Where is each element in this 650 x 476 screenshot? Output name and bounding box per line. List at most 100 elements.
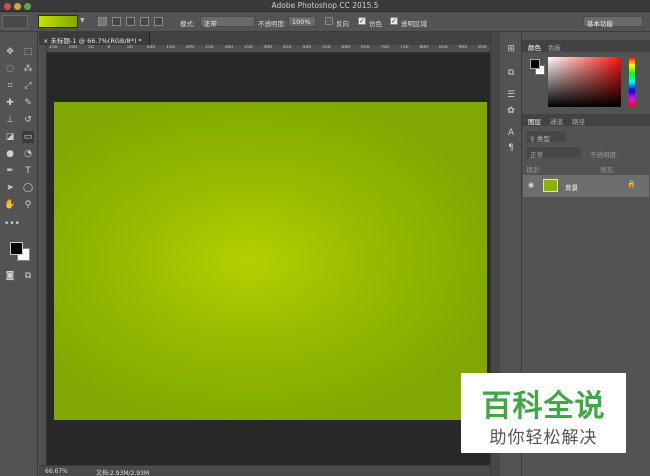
foreground-color-swatch[interactable]	[10, 242, 23, 255]
paragraph-panel-icon[interactable]: ¶	[505, 143, 517, 155]
ruler-tick-label: 950	[478, 45, 487, 50]
shape-icon[interactable]: ◯	[22, 182, 34, 194]
toolbox: ✥ ⬚ ◌ ⁂ ⌗ ⤢ ✚ ✎ ⊥ ↺ ◪ ▭ ● ◔ ✒ T ➤ ◯ ✋ ⚲ …	[0, 32, 38, 476]
gradient-icon[interactable]: ▭	[22, 131, 34, 143]
type-icon[interactable]: T	[22, 165, 34, 177]
adjustments-panel-icon[interactable]: ☰	[505, 90, 517, 102]
vertical-ruler[interactable]	[39, 45, 47, 465]
diamond-gradient-button[interactable]	[154, 17, 163, 26]
document-info[interactable]: 文档:2.93M/2.93M	[96, 468, 149, 476]
mode-label: 模式:	[180, 20, 196, 28]
options-bar: ▼ 模式: 正常 不透明度: 100% 反向 ✓ 仿色 ✓ 透明区域 基本功能	[0, 12, 650, 32]
dodge-icon[interactable]: ◔	[22, 148, 34, 160]
zoom-level[interactable]: 66.67%	[45, 468, 68, 475]
opacity-input[interactable]: 100%	[288, 16, 316, 27]
window-title: Adobe Photoshop CC 2015.5	[271, 1, 379, 10]
ruler-tick-label: 250	[205, 45, 214, 50]
path-select-icon[interactable]: ➤	[4, 182, 16, 194]
layer-filter-select[interactable]: ⚲ 类型	[526, 131, 566, 143]
brush-icon[interactable]: ✎	[22, 97, 34, 109]
document-canvas[interactable]	[54, 102, 487, 420]
workspace-select[interactable]: 基本功能	[583, 16, 643, 28]
eraser-icon[interactable]: ◪	[4, 131, 16, 143]
tab-layers[interactable]: 图层	[528, 116, 541, 126]
tab-color[interactable]: 颜色	[528, 42, 541, 52]
ruler-tick-label: 450	[283, 45, 292, 50]
hue-slider[interactable]	[629, 57, 635, 107]
layer-row[interactable]: ◉ 背景 🔒	[523, 175, 649, 197]
color-panel-foreground[interactable]	[530, 59, 540, 69]
ruler-tick-label: 0	[107, 45, 111, 50]
magic-wand-icon[interactable]: ⁂	[22, 63, 34, 75]
document-tab-label: 未标题-1 @ 66.7%(RGB/8*) *	[50, 37, 142, 45]
radial-gradient-button[interactable]	[112, 17, 121, 26]
opacity-label: 不透明度:	[258, 20, 287, 28]
eye-icon[interactable]: ◉	[528, 181, 534, 189]
tab-paths[interactable]: 路径	[572, 116, 585, 126]
linear-gradient-button[interactable]	[98, 17, 107, 26]
reflected-gradient-button[interactable]	[140, 17, 149, 26]
layer-name[interactable]: 背景	[565, 182, 578, 192]
lock-icon: 🔒	[627, 180, 636, 188]
transparency-label: 透明区域	[401, 20, 427, 28]
more-icon[interactable]: •••	[4, 218, 20, 230]
reverse-label: 反向	[336, 20, 349, 28]
lasso-icon[interactable]: ◌	[4, 63, 16, 75]
ruler-tick-label: 150	[166, 45, 175, 50]
layer-blend-mode[interactable]: 正常	[526, 147, 581, 159]
fill-label: 填充:	[600, 166, 616, 174]
screen-mode-icon[interactable]: ⧉	[22, 270, 34, 282]
tool-preset-picker[interactable]	[2, 15, 28, 29]
tab-channels[interactable]: 通道	[550, 116, 563, 126]
layer-thumbnail	[543, 179, 558, 192]
ruler-tick-label: 50	[127, 45, 133, 50]
lock-label: 锁定:	[526, 166, 542, 174]
ruler-tick-label: 800	[419, 45, 429, 50]
crop-icon[interactable]: ⌗	[4, 80, 16, 92]
dither-checkbox[interactable]: ✓	[358, 17, 366, 25]
color-picker-field[interactable]	[548, 57, 621, 107]
move-icon[interactable]: ✥	[4, 46, 16, 58]
status-bar: 66.67% 文档:2.93M/2.93M	[39, 465, 490, 476]
mode-select[interactable]: 正常	[200, 16, 255, 28]
angle-gradient-button[interactable]	[126, 17, 135, 26]
blur-icon[interactable]: ●	[4, 148, 16, 160]
pen-icon[interactable]: ✒	[4, 165, 16, 177]
properties-panel-icon[interactable]: ⧉	[505, 68, 517, 80]
transparency-checkbox[interactable]: ✓	[390, 17, 398, 25]
ruler-tick-label: 100	[68, 45, 78, 50]
brushes-panel-icon[interactable]: ✿	[505, 106, 517, 118]
watermark-title: 百科全说	[481, 389, 606, 424]
ruler-tick-label: 200	[185, 45, 195, 50]
quick-mask-icon[interactable]: ◙	[4, 270, 16, 282]
horizontal-ruler[interactable]: 150 100 50 0 50 100 150 200 250 300 350 400 450 500 55…	[39, 45, 490, 53]
history-panel-icon[interactable]: ⊞	[505, 44, 517, 56]
ruler-tick-label: 300	[224, 45, 234, 50]
gradient-picker-arrow[interactable]: ▼	[80, 17, 85, 24]
ruler-tick-label: 750	[400, 45, 409, 50]
reverse-checkbox[interactable]	[325, 17, 333, 25]
ruler-tick-label: 500	[302, 45, 312, 50]
ruler-tick-label: 400	[263, 45, 273, 50]
history-brush-icon[interactable]: ↺	[22, 114, 34, 126]
character-panel-icon[interactable]: A	[505, 128, 517, 140]
close-tab-icon[interactable]: ×	[43, 37, 51, 45]
ruler-tick-label: 350	[244, 45, 253, 50]
tab-swatches[interactable]: 色板	[548, 42, 561, 52]
eyedropper-icon[interactable]: ⤢	[22, 80, 34, 92]
healing-icon[interactable]: ✚	[4, 97, 16, 109]
ruler-tick-label: 600	[341, 45, 351, 50]
layer-filter-label: 类型	[536, 135, 550, 143]
hand-icon[interactable]: ✋	[4, 199, 16, 211]
zoom-icon[interactable]: ⚲	[22, 199, 34, 211]
watermark: 百科全说 助你轻松解决	[461, 373, 626, 453]
ruler-tick-label: 150	[49, 45, 58, 50]
marquee-icon[interactable]: ⬚	[22, 46, 34, 58]
stamp-icon[interactable]: ⊥	[4, 114, 16, 126]
color-panel-tabs: 颜色 色板	[522, 40, 650, 52]
ruler-tick-label: 550	[322, 45, 331, 50]
ruler-tick-label: 850	[439, 45, 448, 50]
ruler-tick-label: 900	[458, 45, 468, 50]
document-tab[interactable]: × 未标题-1 @ 66.7%(RGB/8*) *	[39, 32, 150, 45]
gradient-editor-swatch[interactable]	[38, 15, 78, 28]
